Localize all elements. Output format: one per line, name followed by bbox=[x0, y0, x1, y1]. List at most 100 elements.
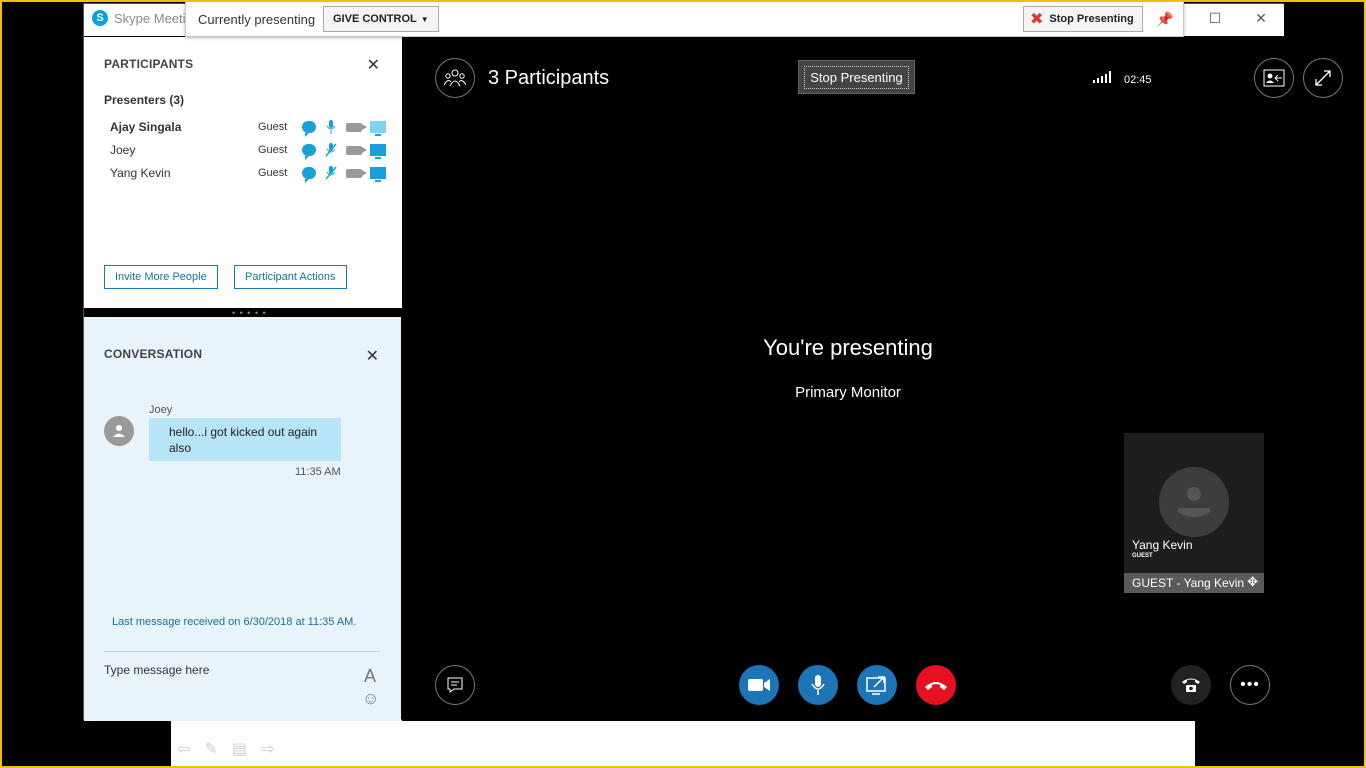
participant-name: Ajay Singala bbox=[110, 120, 182, 134]
stop-icon: ✖ bbox=[1030, 11, 1044, 28]
tile-caption: GUEST - Yang Kevin bbox=[1124, 573, 1264, 593]
skype-logo-icon: S bbox=[92, 10, 108, 26]
call-duration: 02:45 bbox=[1124, 74, 1152, 86]
microphone-button[interactable] bbox=[798, 665, 838, 705]
participants-button[interactable] bbox=[435, 58, 475, 98]
hang-up-icon bbox=[925, 682, 947, 690]
app-title: S Skype Meeting bbox=[92, 10, 200, 26]
expand-icon bbox=[1315, 70, 1331, 86]
message-bubble: hello...i got kicked out again also bbox=[149, 418, 341, 461]
microphone-muted-icon bbox=[324, 143, 338, 157]
microphone-icon bbox=[811, 675, 825, 695]
participants-count: 3 Participants bbox=[488, 67, 610, 89]
invite-more-people-button[interactable]: Invite More People bbox=[104, 265, 218, 289]
participant-actions-button[interactable]: Participant Actions bbox=[234, 265, 347, 289]
participant-name: Yang Kevin bbox=[110, 166, 171, 180]
message-input[interactable]: Type message here bbox=[104, 663, 344, 677]
share-screen-button[interactable] bbox=[857, 665, 897, 705]
forward-arrow-icon[interactable]: ⇨ bbox=[261, 739, 274, 759]
participant-status-icons bbox=[302, 166, 386, 183]
pop-out-video-button[interactable] bbox=[1254, 58, 1294, 98]
presenting-status: Currently presenting bbox=[198, 12, 316, 27]
participants-title: PARTICIPANTS bbox=[104, 57, 194, 71]
last-message-status: Last message received on 6/30/2018 at 11… bbox=[112, 616, 357, 628]
close-conversation-button[interactable]: ✕ bbox=[366, 346, 379, 366]
stop-presenting-button[interactable]: ✖ Stop Presenting bbox=[1023, 6, 1143, 32]
show-conversation-button[interactable] bbox=[435, 665, 475, 705]
layout-icon[interactable]: ▤ bbox=[232, 739, 247, 759]
participant-row[interactable]: Yang Kevin Guest bbox=[110, 163, 390, 183]
pin-icon[interactable]: 📌 bbox=[1156, 11, 1173, 28]
participant-video-tile[interactable]: Yang Kevin GUEST GUEST - Yang Kevin ✥ bbox=[1124, 433, 1264, 593]
close-participants-button[interactable]: ✕ bbox=[367, 55, 380, 75]
more-options-icon: ••• bbox=[1240, 676, 1260, 693]
stop-presenting-label: Stop Presenting bbox=[804, 65, 909, 89]
presented-monitor: Primary Monitor bbox=[795, 384, 901, 401]
presenters-heading: Presenters (3) bbox=[104, 93, 185, 107]
conversation-panel: CONVERSATION ✕ Joey hello...i got kicked… bbox=[84, 317, 401, 721]
participant-role: Guest bbox=[258, 167, 288, 179]
font-icon[interactable]: A bbox=[364, 666, 376, 687]
stop-presenting-label: Stop Presenting bbox=[1049, 13, 1134, 25]
close-icon: ✕ bbox=[366, 57, 380, 74]
conversation-title: CONVERSATION bbox=[104, 347, 203, 361]
video-icon bbox=[346, 168, 367, 178]
video-icon bbox=[346, 122, 367, 132]
maximize-button[interactable]: ☐ bbox=[1192, 4, 1238, 32]
close-icon: ✕ bbox=[365, 348, 379, 365]
signal-strength-icon bbox=[1093, 71, 1111, 83]
tile-participant-name: Yang Kevin bbox=[1132, 538, 1193, 552]
participants-icon bbox=[444, 69, 466, 87]
panel-splitter[interactable]: • • • • • bbox=[84, 308, 402, 318]
background-toolbar: ⇦ ✎ ▤ ⇨ bbox=[177, 739, 274, 759]
give-control-label: GIVE CONTROL bbox=[333, 13, 417, 25]
person-icon bbox=[1178, 487, 1210, 517]
background-window: ⇦ ✎ ▤ ⇨ bbox=[171, 718, 1195, 766]
microphone-muted-icon bbox=[324, 166, 338, 180]
hang-up-button[interactable] bbox=[916, 665, 956, 705]
close-window-button[interactable]: ✕ bbox=[1238, 4, 1284, 32]
contact-card-icon bbox=[1263, 69, 1285, 87]
call-controls-button[interactable] bbox=[1171, 665, 1211, 705]
screen-share-icon bbox=[370, 144, 386, 159]
chat-bubble-icon bbox=[447, 677, 463, 693]
video-camera-icon bbox=[748, 679, 770, 691]
participant-row[interactable]: Joey Guest bbox=[110, 140, 390, 160]
avatar bbox=[104, 416, 134, 446]
message-sender: Joey bbox=[149, 404, 173, 416]
participant-role: Guest bbox=[258, 144, 288, 156]
emoticon-icon[interactable]: ☺ bbox=[362, 689, 379, 709]
splitter-grip-icon: • • • • • bbox=[232, 308, 267, 318]
presenting-title: You're presenting bbox=[763, 335, 933, 360]
phone-icon bbox=[1182, 678, 1200, 692]
participants-panel: PARTICIPANTS ✕ Presenters (3) Ajay Singa… bbox=[84, 37, 402, 308]
give-control-dropdown[interactable]: GIVE CONTROL ▼ bbox=[323, 6, 439, 32]
participant-status-icons bbox=[302, 120, 386, 137]
meeting-stage: 3 Participants Stop Presenting 02:45 You… bbox=[402, 37, 1343, 721]
share-screen-icon bbox=[866, 676, 886, 695]
move-icon[interactable]: ✥ bbox=[1247, 574, 1258, 590]
screen-share-icon bbox=[370, 121, 386, 136]
close-icon: ✕ bbox=[1255, 9, 1267, 26]
participant-status-icons bbox=[302, 143, 386, 160]
participant-role: Guest bbox=[258, 121, 288, 133]
more-options-button[interactable]: ••• bbox=[1230, 665, 1270, 705]
skype-meeting-window: S Skype Meeting — ☐ ✕ PARTICIPANTS ✕ Pre… bbox=[83, 1, 1343, 721]
pen-icon[interactable]: ✎ bbox=[204, 739, 217, 759]
chat-icon bbox=[302, 144, 316, 160]
video-button[interactable] bbox=[739, 665, 779, 705]
stop-presenting-stage-button[interactable]: Stop Presenting bbox=[798, 60, 915, 94]
presenter-toolbar: Currently presenting GIVE CONTROL ▼ ✖ St… bbox=[185, 1, 1184, 37]
compose-divider bbox=[104, 651, 380, 652]
chevron-down-icon: ▼ bbox=[420, 14, 429, 24]
participant-row[interactable]: Ajay Singala Guest bbox=[110, 117, 390, 137]
video-icon bbox=[346, 145, 367, 155]
person-icon bbox=[113, 425, 125, 437]
maximize-icon: ☐ bbox=[1208, 9, 1222, 26]
full-screen-button[interactable] bbox=[1303, 58, 1343, 98]
avatar bbox=[1159, 467, 1229, 537]
chat-icon bbox=[302, 121, 316, 137]
participant-name: Joey bbox=[110, 143, 136, 157]
screen-share-icon bbox=[370, 167, 386, 182]
back-arrow-icon[interactable]: ⇦ bbox=[177, 739, 190, 759]
